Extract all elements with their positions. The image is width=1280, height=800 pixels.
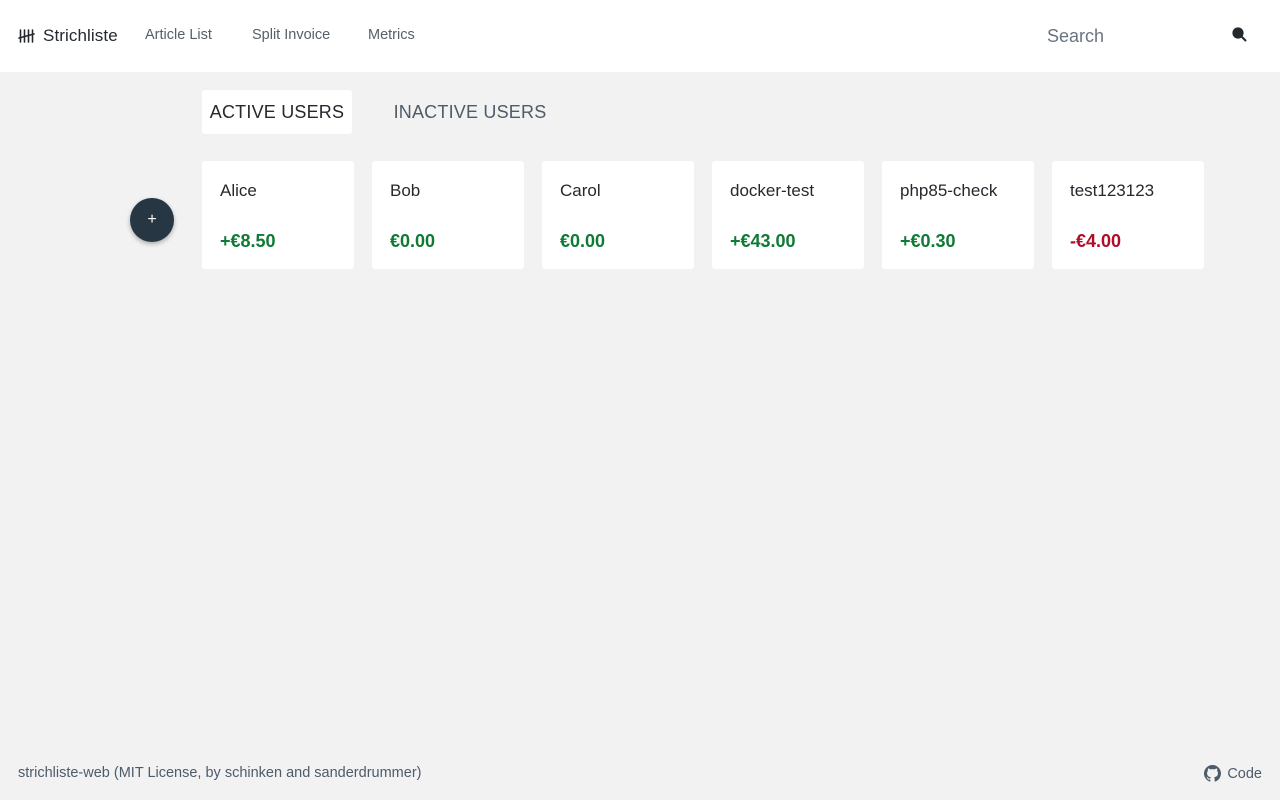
user-card[interactable]: docker-test +€43.00 [712, 161, 864, 269]
search-icon [1231, 26, 1247, 47]
user-card[interactable]: Carol €0.00 [542, 161, 694, 269]
user-balance: -€4.00 [1070, 231, 1122, 251]
user-card[interactable]: Bob €0.00 [372, 161, 524, 269]
tab-active-users[interactable]: ACTIVE USERS [202, 90, 352, 134]
user-balance: €0.00 [390, 231, 436, 251]
nav-split-invoice[interactable]: Split Invoice [252, 27, 330, 43]
tally-marks-icon [18, 29, 35, 43]
user-name: Alice [220, 181, 257, 200]
add-icon: + [147, 211, 157, 228]
add-user-button[interactable]: + [130, 198, 174, 242]
source-code-link[interactable]: Code [1204, 765, 1262, 782]
user-name: php85-check [900, 181, 998, 200]
user-balance: +€43.00 [730, 231, 796, 251]
search-container [1047, 22, 1207, 50]
user-balance: +€0.30 [900, 231, 956, 251]
user-card[interactable]: test123123 -€4.00 [1052, 161, 1204, 269]
code-link-label: Code [1227, 765, 1262, 782]
nav-metrics[interactable]: Metrics [368, 27, 415, 43]
footer-license-text: strichliste-web (MIT License, by schinke… [18, 765, 422, 781]
search-button[interactable] [1229, 26, 1249, 46]
tab-inactive-users[interactable]: INACTIVE USERS [384, 90, 556, 134]
top-navbar: Strichliste Article List Split Invoice M… [0, 0, 1280, 72]
user-card-list: Alice +€8.50 Bob €0.00 Carol €0.00 docke… [202, 161, 1204, 269]
user-name: Bob [390, 181, 421, 200]
user-card[interactable]: php85-check +€0.30 [882, 161, 1034, 269]
user-name: test123123 [1070, 181, 1155, 200]
user-balance: €0.00 [560, 231, 606, 251]
user-name: docker-test [730, 181, 815, 200]
brand-title: Strichliste [43, 26, 118, 45]
user-name: Carol [560, 181, 601, 200]
github-icon [1204, 765, 1222, 782]
brand-link[interactable]: Strichliste [18, 26, 118, 46]
search-input[interactable] [1047, 22, 1207, 50]
nav-article-list[interactable]: Article List [145, 27, 212, 43]
user-card[interactable]: Alice +€8.50 [202, 161, 354, 269]
user-balance: +€8.50 [220, 231, 276, 251]
